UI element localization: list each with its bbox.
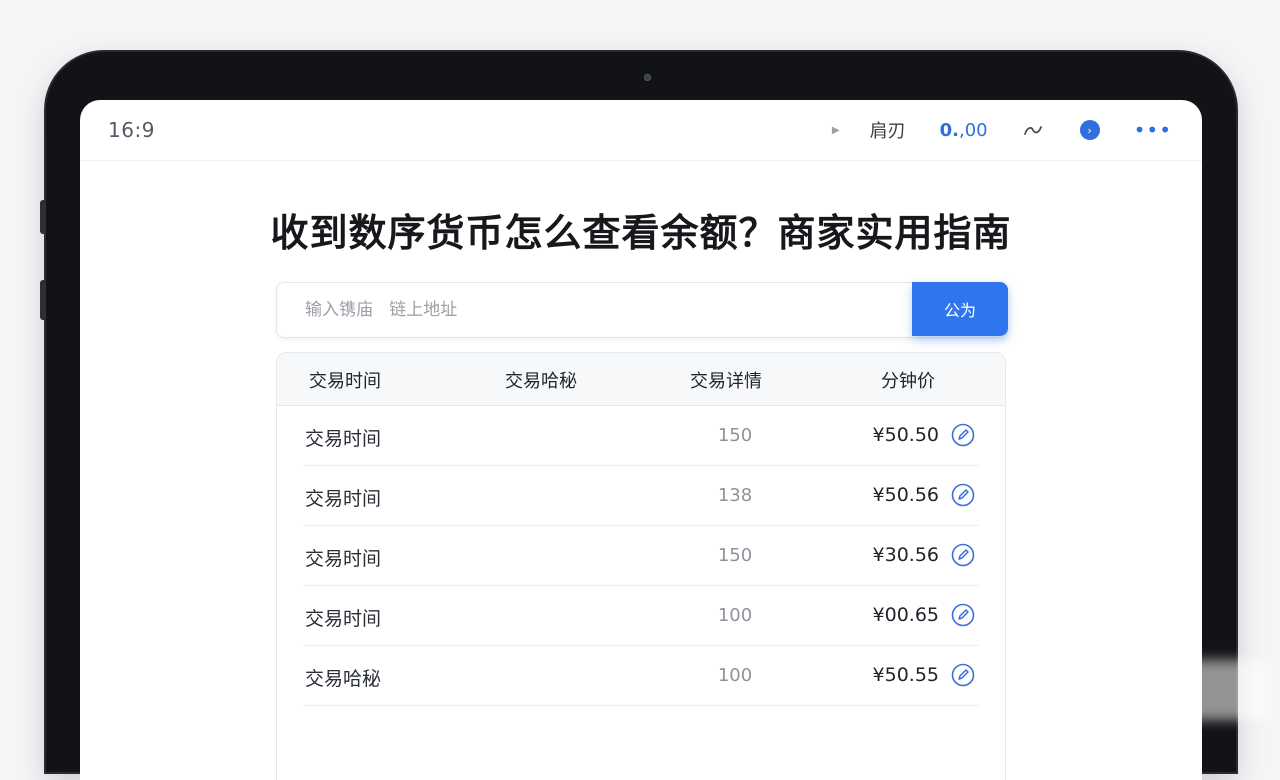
row-quantity: 100 xyxy=(717,665,753,686)
side-button-lower xyxy=(40,280,46,320)
search-input[interactable] xyxy=(277,283,912,337)
status-right-group: ▶ 肩刃 0.,00 › ••• xyxy=(831,118,1172,143)
header-col-3[interactable]: 交易详情 xyxy=(690,367,762,393)
row-price: ¥30.56 xyxy=(872,544,939,566)
row-quantity: 138 xyxy=(717,485,753,506)
row-name: 交易时间 xyxy=(305,608,382,630)
edit-icon[interactable] xyxy=(951,603,975,627)
balance-bold: 0. xyxy=(939,119,959,141)
play-small-icon: ▶ xyxy=(831,124,840,136)
screen: 16:9 ▶ 肩刃 0.,00 › ••• 收到数序货币怎么查看余额？商家实用指… xyxy=(80,100,1202,780)
swirl-icon[interactable] xyxy=(1022,119,1044,141)
row-name: 交易哈秘 xyxy=(305,668,382,690)
search-button[interactable]: 公为 xyxy=(912,282,1008,336)
row-price: ¥50.55 xyxy=(872,664,939,686)
table-row[interactable]: 交易时间 150 ¥50.50 xyxy=(277,406,1005,466)
table-row[interactable]: 交易时间 100 ¥00.65 xyxy=(277,586,1005,646)
row-price: ¥50.56 xyxy=(872,484,939,506)
edit-icon[interactable] xyxy=(951,483,975,507)
table-header: 交易时间 交易哈秘 交易详情 分钟价 xyxy=(277,353,1005,406)
status-bar: 16:9 ▶ 肩刃 0.,00 › ••• xyxy=(80,100,1202,161)
blurred-watermark xyxy=(1062,660,1272,720)
next-circle-icon[interactable]: › xyxy=(1079,120,1100,140)
row-name: 交易时间 xyxy=(305,488,382,510)
tablet-frame: 16:9 ▶ 肩刃 0.,00 › ••• 收到数序货币怎么查看余额？商家实用指… xyxy=(40,52,1236,780)
row-price: ¥50.50 xyxy=(872,424,939,446)
table-row[interactable]: 交易时间 138 ¥50.56 xyxy=(277,466,1005,526)
edit-icon[interactable] xyxy=(951,663,975,687)
table-row[interactable]: 交易时间 150 ¥30.56 xyxy=(277,526,1005,586)
balance-readout: 0.,00 xyxy=(940,120,988,141)
side-button-upper xyxy=(40,200,46,234)
balance-rest: ,00 xyxy=(958,119,988,141)
status-time: 16:9 xyxy=(108,118,155,142)
page-title: 收到数序货币怎么查看余额？商家实用指南 xyxy=(270,211,1012,255)
edit-icon[interactable] xyxy=(951,543,975,567)
row-quantity: 100 xyxy=(717,605,753,626)
row-price: ¥00.65 xyxy=(872,604,939,626)
search-bar: 公为 xyxy=(276,282,1008,338)
header-col-2[interactable]: 交易哈秘 xyxy=(505,367,577,393)
row-quantity: 150 xyxy=(717,425,753,446)
camera-icon xyxy=(644,74,651,81)
header-col-4[interactable]: 分钟价 xyxy=(881,367,935,393)
transaction-table: 交易时间 交易哈秘 交易详情 分钟价 交易时间 150 ¥50.50 交易时间 … xyxy=(276,352,1006,780)
row-quantity: 150 xyxy=(717,545,753,566)
row-name: 交易时间 xyxy=(305,428,382,450)
more-dots-icon[interactable]: ••• xyxy=(1134,120,1172,140)
edit-icon[interactable] xyxy=(951,423,975,447)
status-label: 肩刃 xyxy=(869,121,906,142)
row-name: 交易时间 xyxy=(305,548,382,570)
table-row[interactable]: 交易哈秘 100 ¥50.55 xyxy=(277,646,1005,706)
header-col-1[interactable]: 交易时间 xyxy=(309,367,381,393)
